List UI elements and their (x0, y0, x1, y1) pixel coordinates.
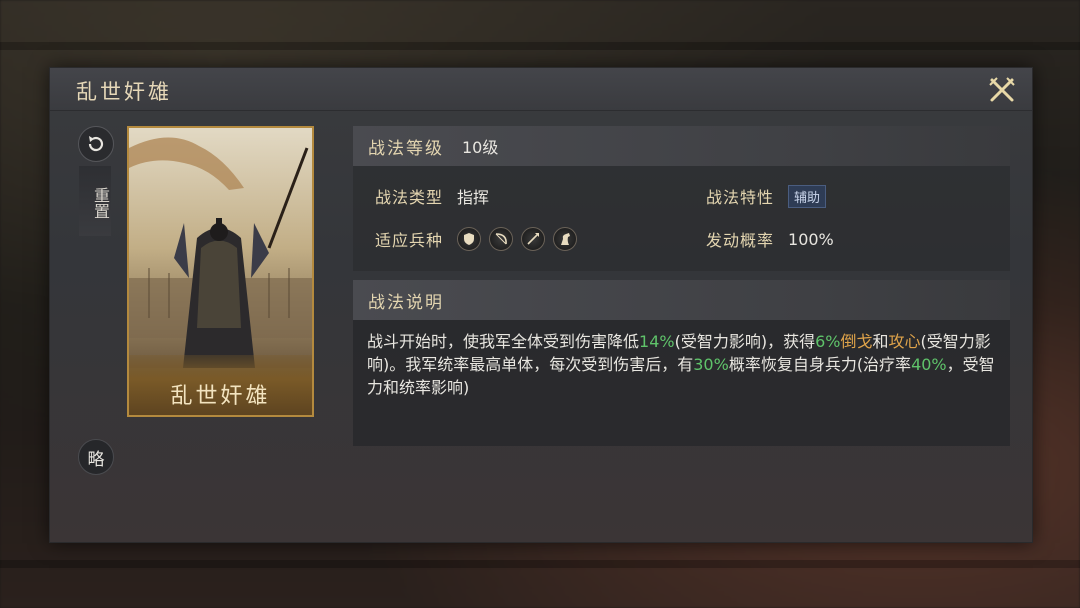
skill-description-header: 战法说明 (353, 280, 1010, 320)
desc-value-heal-chance: 30% (693, 355, 729, 374)
undo-icon (88, 136, 104, 152)
desc-value-chance: 6% (815, 332, 841, 351)
skill-type-label: 战法类型 (375, 188, 444, 207)
horse-icon (553, 227, 578, 251)
bow-icon (489, 227, 514, 251)
desc-value-damage-reduction: 14% (639, 332, 675, 351)
unit-type-row: 适应兵种 (375, 227, 578, 251)
desc-text: 战斗开始时，使我军全体受到伤害降低 (367, 332, 640, 351)
skill-trait-row: 战法特性 辅助 (706, 184, 827, 208)
brief-button[interactable]: 略 (78, 439, 114, 475)
desc-value-heal-rate: 40% (911, 355, 947, 374)
desc-text: (受智力影响)，获得 (674, 332, 816, 351)
dialog-title: 乱世奸雄 (76, 80, 172, 104)
close-button[interactable] (986, 74, 1018, 106)
desc-keyword-daoge[interactable]: 倒戈 (840, 332, 872, 351)
skill-level-row: 战法等级 10级 (353, 126, 1010, 166)
skill-type-value: 指挥 (457, 188, 490, 207)
skill-info-box: 战法等级 10级 战法类型 指挥 战法特性 辅助 适应兵种 发动概率 100% (353, 126, 1010, 271)
trigger-rate-label: 发动概率 (706, 231, 775, 250)
skill-level-label: 战法等级 (368, 138, 444, 159)
skill-description-title: 战法说明 (368, 292, 444, 313)
desc-text: 概率恢复自身兵力(治疗率 (728, 355, 912, 374)
unit-type-icons (457, 227, 578, 251)
skill-detail-dialog: 乱世奸雄 重置 略 乱世奸雄 战法等级 10级 战法类型 指挥 战法特性 辅助 … (49, 67, 1033, 543)
trigger-rate-value: 100% (788, 229, 834, 249)
skill-description-box: 战法说明 战斗开始时，使我军全体受到伤害降低14%(受智力影响)，获得6%倒戈和… (353, 280, 1010, 446)
reset-button[interactable] (78, 126, 114, 162)
spear-icon (521, 227, 546, 251)
shield-icon (457, 227, 482, 251)
skill-trait-label: 战法特性 (706, 188, 775, 207)
reset-label[interactable]: 重置 (79, 166, 111, 236)
skill-level-value: 10级 (462, 138, 499, 157)
skill-trait-badge: 辅助 (788, 184, 827, 208)
trigger-rate-row: 发动概率 100% (706, 227, 834, 251)
close-icon (989, 77, 1015, 102)
skill-card: 乱世奸雄 (127, 126, 314, 417)
background-stripe (0, 560, 1080, 568)
skill-description-text: 战斗开始时，使我军全体受到伤害降低14%(受智力影响)，获得6%倒戈和攻心(受智… (367, 330, 997, 399)
dialog-header: 乱世奸雄 (50, 68, 1032, 111)
unit-type-label: 适应兵种 (375, 231, 444, 250)
skill-type-row: 战法类型 指挥 (375, 184, 489, 208)
desc-text: 和 (872, 332, 889, 351)
background-stripe (0, 42, 1080, 50)
skill-card-name: 乱世奸雄 (129, 355, 312, 415)
desc-keyword-gongxin[interactable]: 攻心 (889, 332, 921, 351)
skill-card-art (129, 128, 312, 368)
